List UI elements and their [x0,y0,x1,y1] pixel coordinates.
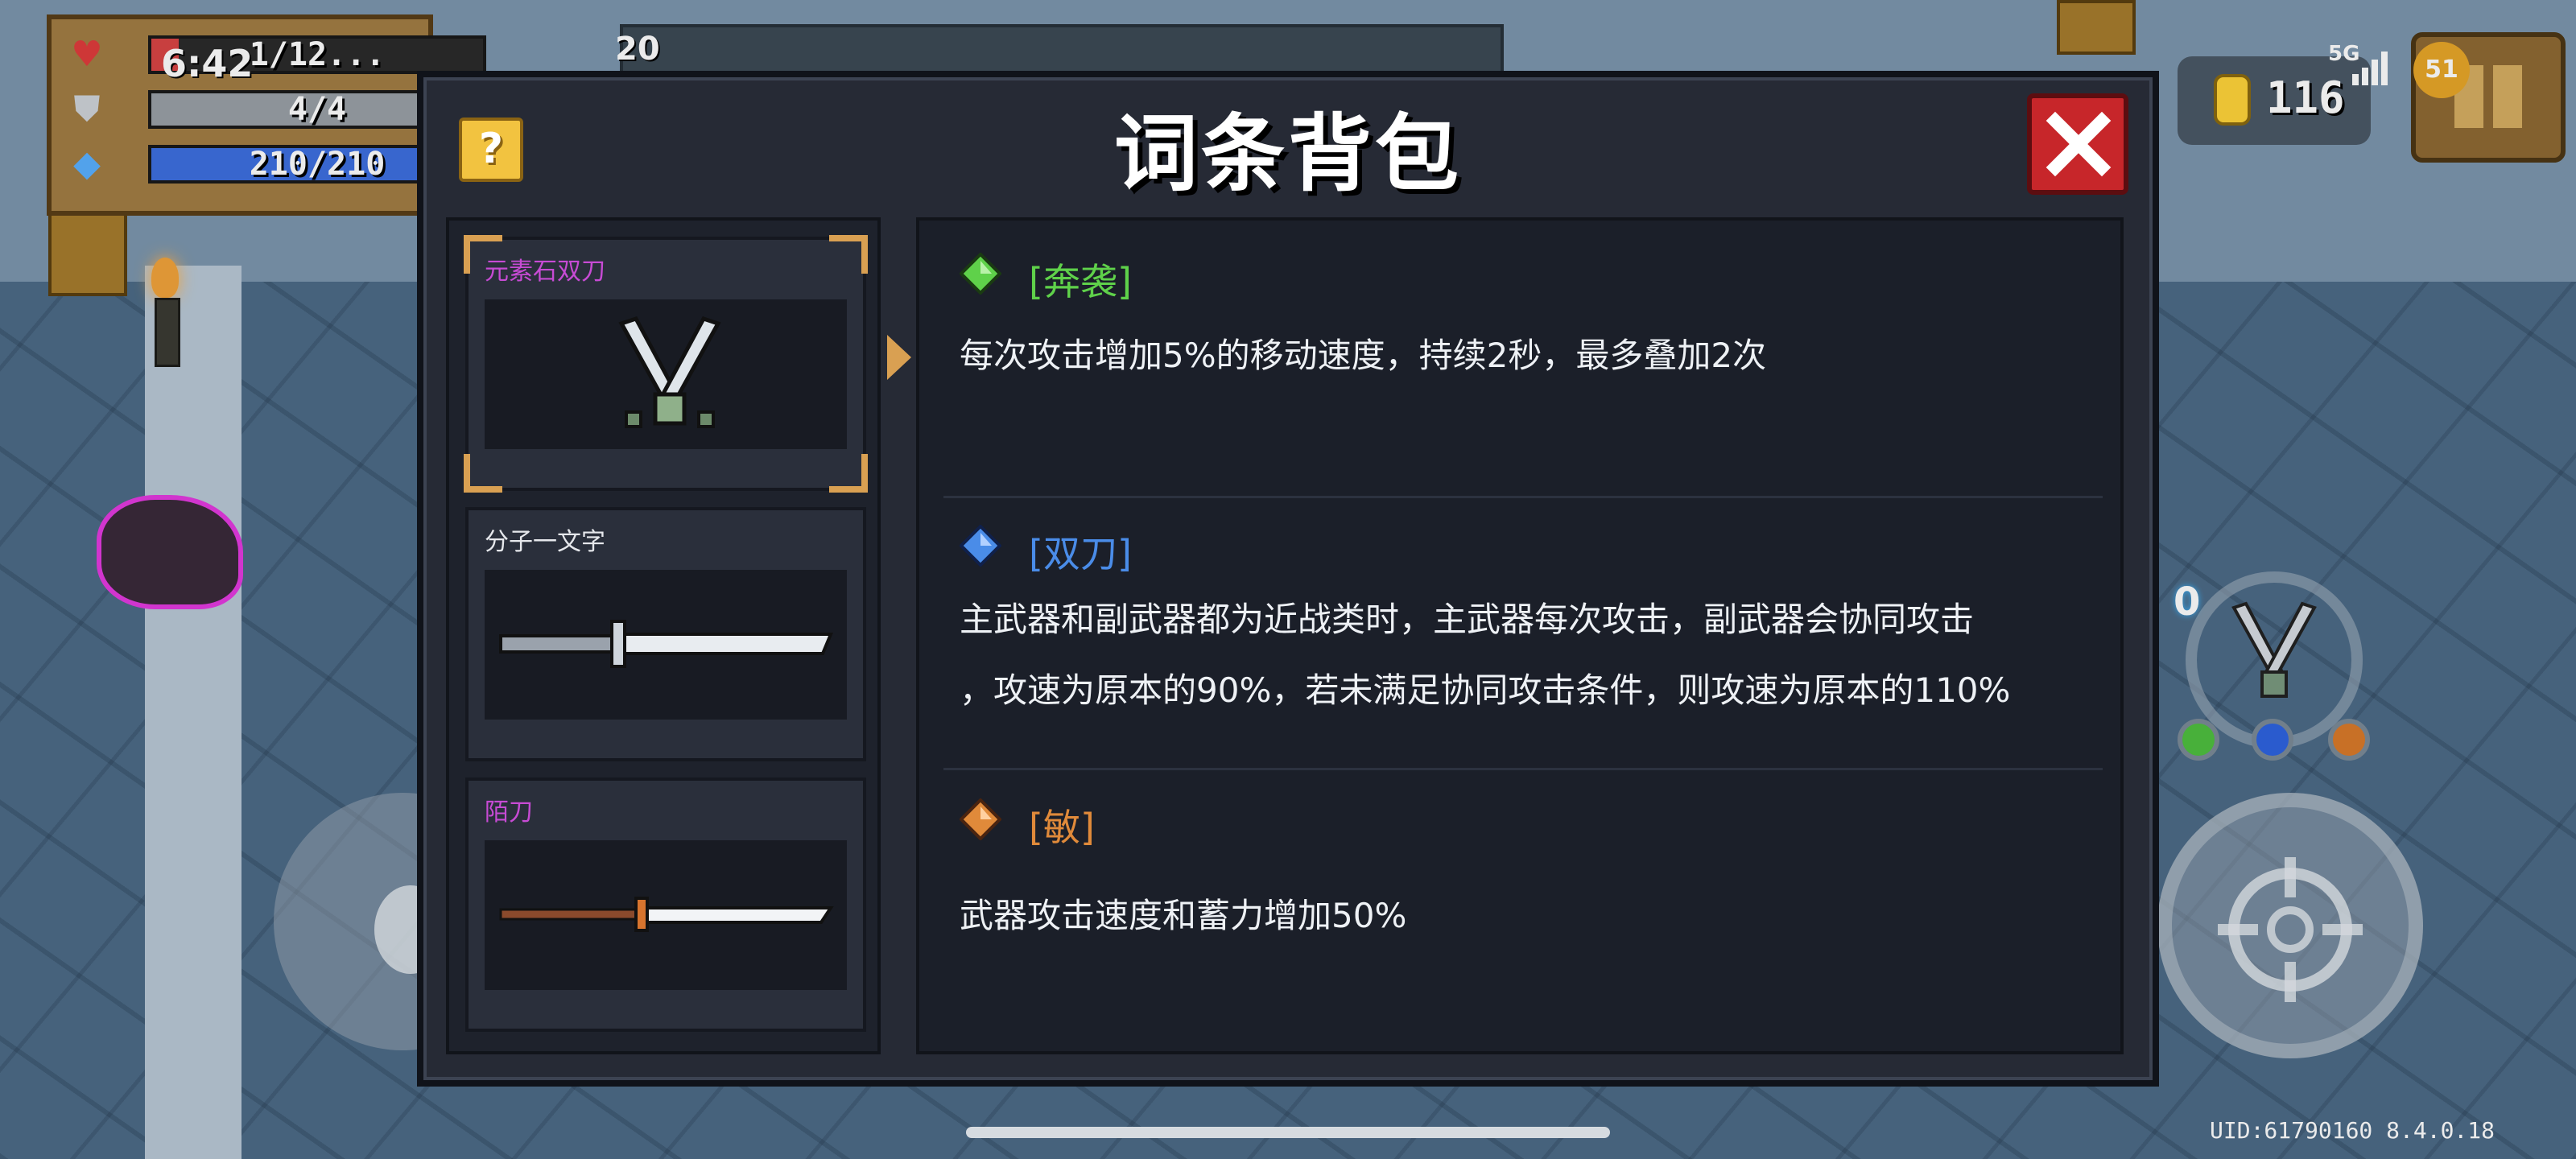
weapon-image [485,299,847,449]
affix-description: 每次攻击增加5%的移动速度，持续2秒，最多叠加2次 [960,336,1767,375]
modao-blade-icon [499,897,834,932]
affix-name: [敏] [1029,806,1095,849]
close-button[interactable] [2027,93,2128,195]
affix-entry: [敏] 武器攻击速度和蓄力增加50% [960,795,2087,1004]
weapon-list: 元素石双刀 分子一文字 陌刀 [446,217,881,1054]
orange-gem-icon [960,798,1001,840]
selection-arrow-icon [887,335,911,380]
weapon-name: 分子一文字 [485,528,605,556]
weapon-name: 元素石双刀 [485,258,605,286]
weapon-card[interactable]: 分子一文字 [465,507,866,761]
katana-icon [499,620,833,668]
affix-description-line2: ，攻速为原本的90%，若未满足协同攻击条件，则攻速为原本的110% [960,670,2011,710]
green-gem-icon [960,253,1001,295]
weapon-card[interactable]: 陌刀 [465,777,866,1032]
dialog-title: 词条背包 [1113,105,1462,203]
affix-entry: [双刀] 主武器和副武器都为近战类时，主武器每次攻击，副武器会协同攻击 ，攻速为… [960,522,2087,731]
affix-name: [双刀] [1029,532,1132,575]
divider [943,496,2103,498]
weapon-image [485,570,847,720]
affix-name: [奔袭] [1029,260,1132,303]
affix-detail-panel: [奔袭] 每次攻击增加5%的移动速度，持续2秒，最多叠加2次 [双刀] 主武器和… [916,217,2124,1054]
affix-description-line1: 主武器和副武器都为近战类时，主武器每次攻击，副武器会协同攻击 [960,600,1975,639]
affix-bag-dialog: ? 词条背包 元素石双刀 分子一文字 陌刀 [奔袭] 每次攻击增加5%的移动速度… [417,71,2159,1087]
blue-gem-icon [960,525,1001,567]
affix-description: 武器攻击速度和蓄力增加50% [960,896,1407,935]
dual-blades-icon [618,316,721,428]
weapon-card-selected[interactable]: 元素石双刀 [464,235,868,493]
weapon-image [485,840,847,990]
weapon-name: 陌刀 [485,798,533,827]
affix-entry: [奔袭] 每次攻击增加5%的移动速度，持续2秒，最多叠加2次 [960,250,2087,410]
divider [943,768,2103,770]
